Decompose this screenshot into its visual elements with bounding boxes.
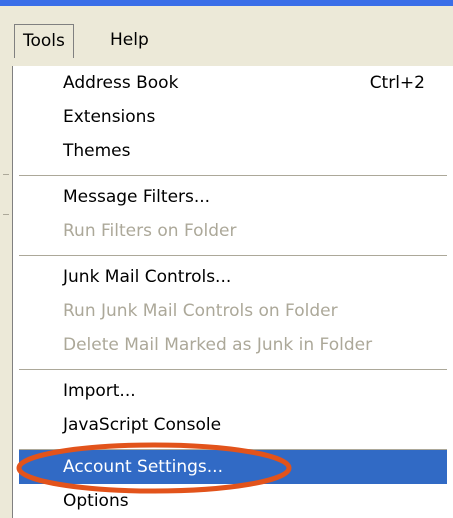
- menubar-tools-label: Tools: [23, 31, 65, 51]
- menu-item-label: Extensions: [63, 107, 156, 127]
- menubar-help[interactable]: Help: [102, 24, 157, 58]
- menu-item-label: Run Junk Mail Controls on Folder: [63, 301, 338, 321]
- background-divider: [3, 174, 9, 175]
- menu-item-import[interactable]: Import...: [19, 374, 447, 408]
- menu-item-account-settings[interactable]: Account Settings...: [19, 450, 447, 484]
- menu-item-label: Address Book: [63, 73, 179, 93]
- menu-item-label: Run Filters on Folder: [63, 221, 237, 241]
- menu-item-junk-mail-controls[interactable]: Junk Mail Controls...: [19, 260, 447, 294]
- menu-item-label: Options: [63, 491, 129, 511]
- menu-item-label: Account Settings...: [63, 457, 223, 477]
- menu-item-label: Import...: [63, 381, 136, 401]
- background-divider: [3, 214, 9, 215]
- menu-item-label: Delete Mail Marked as Junk in Folder: [63, 335, 373, 355]
- menu-item-run-junk-mail-controls: Run Junk Mail Controls on Folder: [19, 294, 447, 328]
- menu-item-delete-junk-mail: Delete Mail Marked as Junk in Folder: [19, 328, 447, 362]
- menu-item-themes[interactable]: Themes: [19, 134, 447, 168]
- menu-item-run-filters-on-folder: Run Filters on Folder: [19, 214, 447, 248]
- menu-item-shortcut: Ctrl+2: [369, 73, 425, 93]
- menu-item-options[interactable]: Options: [19, 484, 447, 518]
- menu-item-label: Message Filters...: [63, 187, 211, 207]
- menu-item-label: Themes: [63, 141, 131, 161]
- tools-dropdown-menu: Address Book Ctrl+2 Extensions Themes Me…: [12, 66, 453, 518]
- menu-item-label: Junk Mail Controls...: [63, 267, 232, 287]
- window-background-edge: [0, 66, 12, 518]
- menu-item-javascript-console[interactable]: JavaScript Console: [19, 408, 447, 442]
- menu-separator: [19, 175, 447, 176]
- menu-item-label: JavaScript Console: [63, 415, 222, 435]
- menu-bar: Tools Help: [0, 6, 453, 66]
- menu-item-message-filters[interactable]: Message Filters...: [19, 180, 447, 214]
- menubar-tools[interactable]: Tools: [14, 24, 74, 58]
- menu-item-extensions[interactable]: Extensions: [19, 100, 447, 134]
- menubar-help-label: Help: [110, 30, 149, 50]
- menu-separator: [19, 369, 447, 370]
- menu-separator: [19, 255, 447, 256]
- menu-item-address-book[interactable]: Address Book Ctrl+2: [19, 66, 447, 100]
